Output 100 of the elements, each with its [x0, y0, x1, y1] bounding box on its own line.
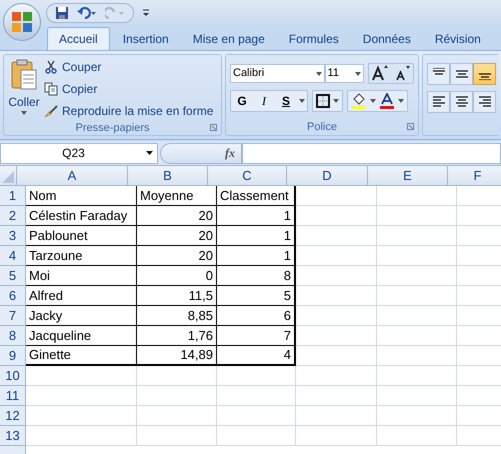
table-cell: Moi — [26, 266, 137, 286]
dropdown-caret-icon — [21, 111, 27, 115]
table-cell: Classement — [217, 186, 296, 206]
alignment-icon — [456, 96, 468, 108]
alignment-button[interactable] — [427, 63, 450, 85]
dropdown-caret-icon — [355, 72, 361, 76]
font-color-icon[interactable] — [379, 93, 395, 109]
table-cell: 8 — [217, 266, 296, 286]
row-header[interactable]: 4 — [0, 246, 26, 266]
font-size-field[interactable]: 11 — [324, 64, 364, 83]
clipboard-action[interactable]: Couper — [44, 57, 214, 76]
table-cell: 20 — [137, 226, 217, 246]
font-name-field[interactable]: Calibri — [230, 64, 325, 83]
alignment-button[interactable] — [473, 91, 496, 113]
row-header[interactable]: 10 — [0, 366, 26, 386]
dropdown-caret-icon[interactable] — [398, 99, 404, 103]
formula-input[interactable] — [242, 142, 501, 164]
column-header[interactable]: C — [208, 166, 287, 185]
fill-bucket-icon[interactable] — [351, 93, 367, 109]
paste-button[interactable]: Coller — [4, 55, 44, 120]
copy-icon — [44, 82, 58, 96]
column-header[interactable]: A — [17, 166, 128, 185]
paintbrush-icon — [44, 104, 58, 118]
row-header[interactable]: 7 — [0, 306, 26, 326]
dialog-launcher-icon[interactable] — [210, 124, 217, 131]
table-cell: Alfred — [26, 286, 137, 306]
table-cell: 4 — [217, 346, 296, 366]
row-header[interactable]: 9 — [0, 346, 26, 366]
clipboard-action[interactable]: Reproduire la mise en forme — [44, 101, 214, 120]
ribbon-tab[interactable]: Révision — [424, 27, 492, 50]
function-label[interactable]: fx — [225, 144, 235, 162]
row-header[interactable]: 6 — [0, 286, 26, 306]
table-cell: 1 — [217, 206, 296, 226]
dropdown-caret-icon[interactable] — [370, 99, 376, 103]
table-cell: 8,85 — [137, 306, 217, 326]
ribbon-tab[interactable]: Insertion — [112, 27, 180, 50]
triangle-icon — [2, 171, 14, 183]
column-header[interactable]: E — [368, 166, 448, 185]
dropdown-caret-icon[interactable] — [299, 99, 305, 103]
table-cell: 6 — [217, 306, 296, 326]
table-cell: 1 — [217, 246, 296, 266]
table-cell: Nom — [26, 186, 137, 206]
table-cell: Moyenne — [137, 186, 217, 206]
table-cell: 1 — [217, 226, 296, 246]
alignment-button[interactable] — [450, 63, 473, 85]
table-cell: 11,5 — [137, 286, 217, 306]
font-style-button[interactable]: G — [231, 91, 253, 111]
column-header[interactable]: D — [287, 166, 368, 185]
scissors-icon — [44, 60, 58, 74]
customize-toolbar-icon[interactable] — [142, 8, 150, 18]
undo-icon[interactable] — [77, 6, 97, 20]
ribbon-tab[interactable]: Accueil — [47, 27, 110, 50]
table-cell: 5 — [217, 286, 296, 306]
alignment-button[interactable] — [427, 91, 450, 113]
dropdown-caret-icon — [316, 72, 322, 76]
table-cell: Ginette — [26, 346, 137, 366]
table-cell: 7 — [217, 326, 296, 346]
table-cell: 20 — [137, 206, 217, 226]
row-header[interactable]: 11 — [0, 386, 26, 406]
ribbon-tab[interactable]: Formules — [278, 27, 350, 50]
save-icon[interactable] — [55, 6, 69, 20]
table-cell: Jacqueline — [26, 326, 137, 346]
ribbon-tab[interactable]: Données — [352, 27, 422, 50]
office-logo-icon — [11, 11, 33, 33]
group-title: Police — [307, 120, 337, 135]
row-header[interactable]: 3 — [0, 226, 26, 246]
row-header[interactable]: 1 — [0, 186, 26, 206]
table-cell: 20 — [137, 246, 217, 266]
table-cell: Pablounet — [26, 226, 137, 246]
alignment-button[interactable] — [450, 91, 473, 113]
alignment-icon — [432, 96, 444, 108]
ribbon-tab[interactable]: Mise en page — [182, 27, 276, 50]
column-header[interactable]: F — [448, 166, 501, 185]
row-header[interactable]: 8 — [0, 326, 26, 346]
alignment-button[interactable] — [473, 63, 496, 85]
column-header[interactable]: B — [128, 166, 208, 185]
row-header[interactable]: 12 — [0, 406, 26, 426]
font-style-button[interactable]: I — [253, 91, 275, 111]
grow-font-icon[interactable] — [369, 64, 391, 83]
row-header[interactable]: 13 — [0, 426, 26, 446]
group-title: Presse-papiers — [76, 120, 150, 136]
alignment-icon — [456, 68, 468, 80]
alignment-icon — [478, 96, 490, 108]
table-cell: 0 — [137, 266, 217, 286]
formula-bar-handle[interactable]: fx — [160, 142, 242, 164]
clipboard-action[interactable]: Copier — [44, 79, 214, 98]
font-style-button[interactable]: S — [275, 91, 297, 111]
row-header[interactable]: 5 — [0, 266, 26, 286]
table-cell: Tarzoune — [26, 246, 137, 266]
table-cell: 1,76 — [137, 326, 217, 346]
clipboard-icon — [10, 59, 38, 91]
row-header[interactable]: 2 — [0, 206, 26, 226]
table-cell: Célestin Faraday — [26, 206, 137, 226]
dropdown-caret-icon — [146, 151, 153, 155]
borders-icon[interactable] — [316, 94, 330, 108]
dropdown-caret-icon[interactable] — [333, 99, 339, 103]
name-box[interactable]: Q23 — [0, 142, 158, 164]
table-cell: Jacky — [26, 306, 137, 326]
dialog-launcher-icon[interactable] — [407, 123, 414, 130]
office-button[interactable] — [3, 3, 41, 41]
